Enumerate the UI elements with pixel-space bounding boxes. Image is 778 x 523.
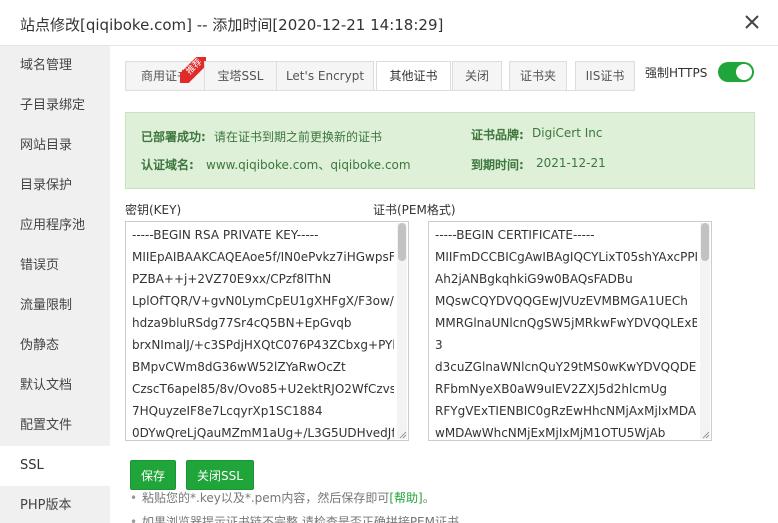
tips-list: 粘贴您的*.key以及*.pem内容，然后保存即可[帮助]。 如果浏览器提示证书… [130,486,459,523]
sidebar-item-subdir[interactable]: 子目录绑定 [0,86,110,126]
tab-bt-ssl[interactable]: 宝塔SSL [204,61,277,91]
domain-value: www.qiqiboke.com、qiqiboke.com [206,158,411,172]
tab-cert-folder[interactable]: 证书夹 [509,61,567,91]
brand-value: DigiCert Inc [532,126,603,140]
resize-grip-icon[interactable] [399,431,407,439]
domain-label: 认证域名: [141,158,194,172]
sidebar-item-app-pool[interactable]: 应用程序池 [0,206,110,246]
tab-commercial-cert[interactable]: 商用证书 推荐 [125,57,206,91]
sidebar-item-ssl[interactable]: SSL [0,446,110,486]
tip-item: 粘贴您的*.key以及*.pem内容，然后保存即可[帮助]。 [130,486,459,510]
dialog-title: 站点修改[qiqiboke.com] -- 添加时间[2020-12-21 14… [20,16,444,34]
cert-label: 证书(PEM格式) [373,203,456,217]
sidebar-item-domain[interactable]: 域名管理 [0,46,110,86]
sidebar-item-dir-protect[interactable]: 目录保护 [0,166,110,206]
tab-other-cert[interactable]: 其他证书 [376,61,451,91]
resize-grip-icon[interactable] [702,431,710,439]
help-link[interactable]: [帮助] [389,491,422,505]
force-https-label: 强制HTTPS [645,66,708,80]
sidebar-item-php-version[interactable]: PHP版本 [0,486,110,523]
sidebar-item-config-file[interactable]: 配置文件 [0,406,110,446]
force-https-toggle[interactable] [718,62,754,82]
tab-iis-cert[interactable]: IIS证书 [575,61,635,91]
key-text: -----BEGIN RSA PRIVATE KEY----- MIIEpAIB… [132,228,394,440]
key-scrollbar[interactable] [397,223,407,439]
expire-label: 到期时间: [471,158,524,172]
deployed-label: 已部署成功: [141,130,206,144]
expire-value: 2021-12-21 [536,156,606,170]
tab-lets-encrypt[interactable]: Let's Encrypt [276,61,374,91]
tip-text: 粘贴您的*.key以及*.pem内容，然后保存即可 [142,491,390,505]
sidebar-item-traffic-limit[interactable]: 流量限制 [0,286,110,326]
sidebar-item-error-page[interactable]: 错误页 [0,246,110,286]
ssl-status-box: 已部署成功: 请在证书到期之前更换新的证书 认证域名: www.qiqiboke… [125,112,755,189]
sidebar-item-rewrite[interactable]: 伪静态 [0,326,110,366]
deployed-value: 请在证书到期之前更换新的证书 [214,130,383,144]
key-textarea[interactable]: -----BEGIN RSA PRIVATE KEY----- MIIEpAIB… [125,221,409,441]
sidebar-item-default-doc[interactable]: 默认文档 [0,366,110,406]
sidebar: 域名管理 子目录绑定 网站目录 目录保护 应用程序池 错误页 流量限制 伪静态 … [0,46,110,523]
cert-textarea[interactable]: -----BEGIN CERTIFICATE----- MIIFmDCCBICg… [428,221,712,441]
tip-suffix: 。 [422,491,435,505]
ssl-panel: 商用证书 推荐 宝塔SSL Let's Encrypt 其他证书 关闭 证书夹 … [110,46,778,523]
tab-close[interactable]: 关闭 [452,61,502,91]
toggle-knob [736,64,752,80]
tip-item: 如果浏览器提示证书链不完整,请检查是否正确拼接PEM证书 [130,510,459,523]
cert-text: -----BEGIN CERTIFICATE----- MIIFmDCCBICg… [435,228,697,440]
recommend-badge: 推荐 [180,57,206,83]
dialog-titlebar: 站点修改[qiqiboke.com] -- 添加时间[2020-12-21 14… [0,0,778,46]
sidebar-item-site-dir[interactable]: 网站目录 [0,126,110,166]
key-label: 密钥(KEY) [125,203,182,217]
cert-scrollbar[interactable] [700,223,710,439]
site-settings-dialog: 站点修改[qiqiboke.com] -- 添加时间[2020-12-21 14… [0,0,778,523]
close-icon[interactable] [742,12,762,32]
tab-divider [125,90,620,91]
brand-label: 证书品牌: [471,128,524,142]
